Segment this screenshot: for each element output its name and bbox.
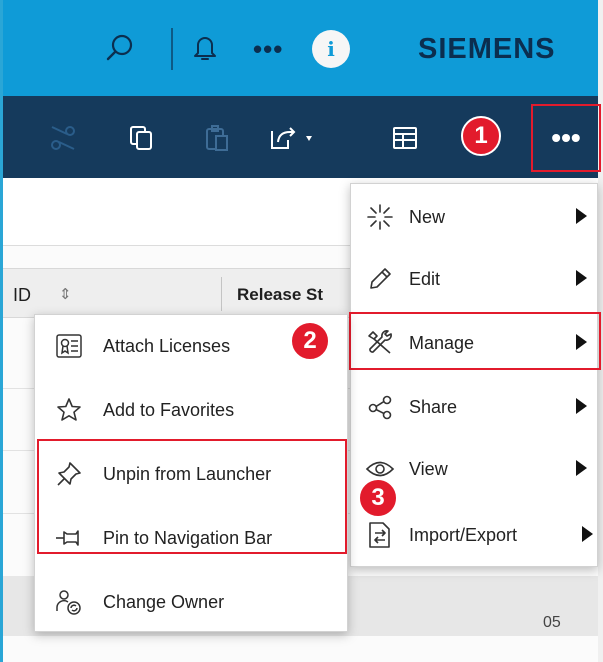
more-actions-button[interactable]: •••: [531, 104, 601, 172]
submenu-item-label: Change Owner: [103, 591, 225, 612]
submenu-item-label: Attach Licenses: [103, 335, 231, 356]
paste-icon[interactable]: [199, 120, 235, 156]
pin-options-highlight-frame: [37, 439, 347, 554]
user-avatar[interactable]: i: [312, 30, 350, 68]
search-icon[interactable]: [103, 28, 137, 68]
table-cell-value: 05: [543, 614, 561, 631]
new-icon: [351, 203, 409, 231]
submenu-arrow-icon: [582, 526, 593, 542]
submenu-arrow-icon: [576, 398, 587, 414]
column-divider: [221, 277, 222, 311]
submenu-item-add-to-favorites[interactable]: Add to Favorites: [35, 379, 347, 441]
header-divider: [171, 28, 173, 70]
column-header-release-status[interactable]: Release St: [237, 285, 323, 305]
menu-item-edit[interactable]: Edit: [351, 248, 597, 310]
brand-logo: SIEMENS: [418, 33, 556, 65]
submenu-arrow-icon: [576, 208, 587, 224]
copy-icon[interactable]: [123, 120, 159, 156]
menu-item-new[interactable]: New: [351, 186, 597, 248]
license-icon: [35, 332, 103, 360]
callout-badge-3: 3: [358, 478, 398, 518]
submenu-arrow-icon: [576, 270, 587, 286]
menu-item-label: New: [409, 206, 446, 227]
submenu-arrow-icon: [576, 460, 587, 476]
column-header-id[interactable]: ID: [13, 285, 31, 306]
pencil-icon: [351, 265, 409, 293]
bell-icon[interactable]: [188, 28, 222, 68]
change-owner-icon: [35, 587, 103, 617]
command-toolbar: 1 •••: [3, 96, 601, 178]
callout-badge-1: 1: [461, 116, 501, 156]
manage-highlight-frame: [349, 312, 601, 370]
submenu-item-change-owner[interactable]: Change Owner: [35, 571, 347, 633]
table-view-icon[interactable]: [387, 120, 423, 156]
share-icon: [351, 393, 409, 421]
menu-item-label: View: [409, 458, 448, 479]
cut-icon[interactable]: [45, 120, 81, 156]
import-export-icon: [351, 520, 409, 550]
header-more-button[interactable]: •••: [253, 34, 283, 65]
menu-item-label: Share: [409, 396, 458, 417]
star-icon: [35, 396, 103, 424]
submenu-item-label: Add to Favorites: [103, 399, 235, 420]
menu-item-label: Edit: [409, 268, 441, 289]
menu-item-share[interactable]: Share: [351, 376, 597, 438]
app-header: ••• i SIEMENS: [3, 0, 598, 96]
callout-badge-2: 2: [290, 321, 330, 361]
menu-item-label: Import/Export: [409, 524, 518, 545]
export-dropdown[interactable]: [265, 120, 325, 156]
sort-icon[interactable]: ⇕: [59, 285, 72, 303]
